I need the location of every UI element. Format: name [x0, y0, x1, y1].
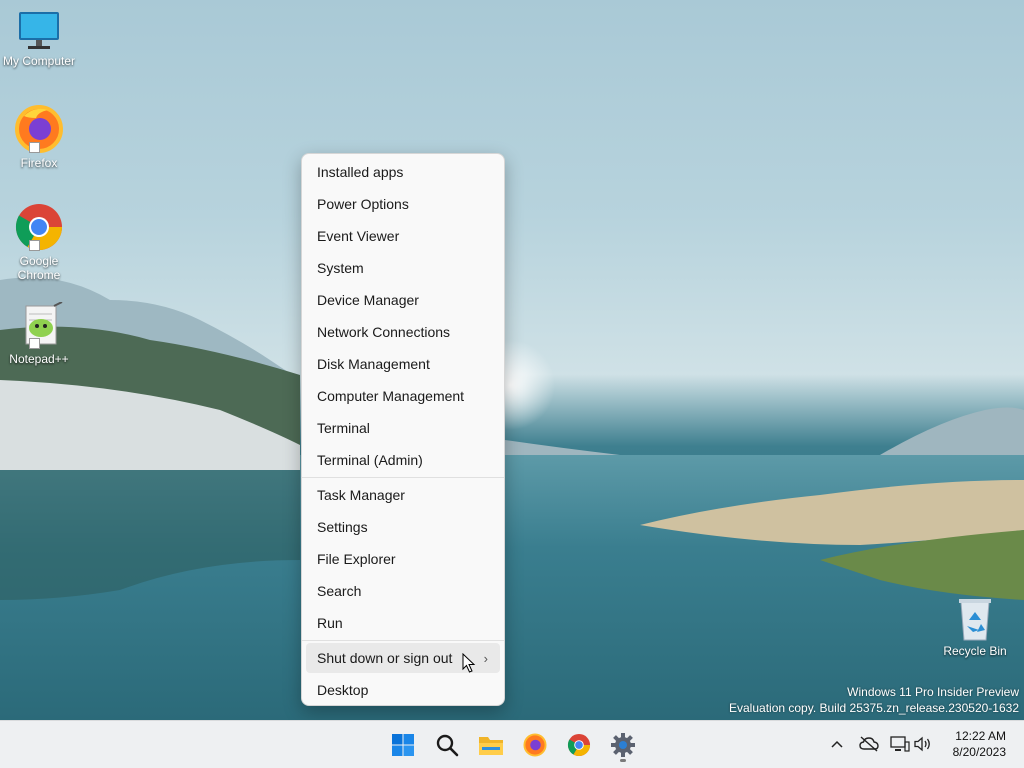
menu-item-task-manager[interactable]: Task Manager [306, 480, 500, 510]
windows-start-icon [392, 734, 414, 756]
clock-time: 12:22 AM [955, 729, 1006, 743]
chevron-right-icon: › [483, 650, 488, 666]
system-clock[interactable]: 12:22 AM 8/20/2023 [926, 728, 1006, 760]
windows-watermark: Windows 11 Pro Insider Preview Evaluatio… [729, 684, 1019, 716]
file-explorer-icon [479, 737, 503, 755]
menu-item-label: Search [317, 583, 362, 599]
show-hidden-icons-button[interactable] [826, 733, 848, 755]
menu-item-settings[interactable]: Settings [306, 512, 500, 542]
recycle-bin-icon [959, 599, 991, 641]
desktop-icon-firefox[interactable]: Firefox [0, 104, 78, 170]
menu-item-label: Device Manager [317, 292, 419, 308]
taskbar: 12:22 AM 8/20/2023 [0, 720, 1024, 768]
menu-item-label: Run [317, 615, 343, 631]
quick-link-menu: Installed apps Power Options Event Viewe… [301, 153, 505, 706]
menu-item-file-explorer[interactable]: File Explorer [306, 544, 500, 574]
desktop-icon-notepad-plus-plus[interactable]: Notepad++ [0, 302, 78, 366]
menu-item-label: Power Options [317, 196, 409, 212]
menu-item-label: Disk Management [317, 356, 430, 372]
menu-item-label: Task Manager [317, 487, 405, 503]
menu-item-label: Settings [317, 519, 368, 535]
mouse-cursor-icon [462, 653, 476, 673]
active-app-indicator [620, 759, 626, 762]
desktop-icon-google-chrome[interactable]: Google Chrome [0, 202, 78, 282]
settings-taskbar-button[interactable] [605, 727, 641, 763]
menu-item-label: Terminal (Admin) [317, 452, 423, 468]
menu-item-installed-apps[interactable]: Installed apps [306, 157, 500, 187]
chrome-icon [567, 733, 591, 757]
menu-item-label: Terminal [317, 420, 370, 436]
start-button[interactable] [385, 727, 421, 763]
menu-item-network-connections[interactable]: Network Connections [306, 317, 500, 347]
menu-item-desktop[interactable]: Desktop [306, 675, 500, 705]
desktop-icon-label: Google Chrome [17, 254, 61, 282]
menu-item-system[interactable]: System [306, 253, 500, 283]
menu-separator [302, 477, 504, 478]
desktop-icon-recycle-bin[interactable]: Recycle Bin [936, 596, 1014, 658]
desktop-icon-my-computer[interactable]: My Computer [0, 10, 78, 68]
menu-separator [302, 640, 504, 641]
watermark-edition: Windows 11 Pro Insider Preview [847, 685, 1019, 699]
desktop-icon-label: Firefox [20, 156, 58, 170]
chrome-taskbar-button[interactable] [561, 727, 597, 763]
file-explorer-button[interactable] [473, 727, 509, 763]
menu-item-device-manager[interactable]: Device Manager [306, 285, 500, 315]
menu-item-search[interactable]: Search [306, 576, 500, 606]
menu-item-terminal[interactable]: Terminal [306, 413, 500, 443]
desktop-icon-label: Notepad++ [9, 352, 69, 366]
network-tray-button[interactable] [889, 733, 911, 755]
shortcut-arrow-icon [29, 338, 40, 349]
wallpaper [0, 277, 1024, 720]
menu-item-computer-management[interactable]: Computer Management [306, 381, 500, 411]
onedrive-offline-icon [859, 736, 879, 752]
menu-item-label: Shut down or sign out [317, 650, 453, 666]
search-icon [436, 734, 459, 757]
network-icon [890, 736, 910, 752]
menu-item-label: Desktop [317, 682, 369, 698]
watermark-build: Evaluation copy. Build 25375.zn_release.… [729, 701, 1019, 715]
onedrive-tray-button[interactable] [858, 733, 880, 755]
shortcut-arrow-icon [29, 142, 40, 153]
menu-item-label: Installed apps [317, 164, 404, 180]
menu-item-power-options[interactable]: Power Options [306, 189, 500, 219]
search-button[interactable] [429, 727, 465, 763]
desktop[interactable]: My Computer Firefox Google Chrome Notepa… [0, 0, 1024, 720]
monitor-icon [19, 12, 59, 49]
menu-item-label: Computer Management [317, 388, 465, 404]
firefox-icon [523, 733, 547, 757]
menu-item-label: Network Connections [317, 324, 451, 340]
shortcut-arrow-icon [29, 240, 40, 251]
menu-item-terminal-admin[interactable]: Terminal (Admin) [306, 445, 500, 475]
desktop-icon-label: Recycle Bin [943, 644, 1007, 658]
menu-item-run[interactable]: Run [306, 608, 500, 638]
desktop-icon-label: My Computer [2, 54, 76, 68]
menu-item-event-viewer[interactable]: Event Viewer [306, 221, 500, 251]
clock-date: 8/20/2023 [952, 745, 1006, 759]
chevron-up-icon [831, 740, 843, 748]
menu-item-disk-management[interactable]: Disk Management [306, 349, 500, 379]
menu-item-label: System [317, 260, 364, 276]
menu-item-label: File Explorer [317, 551, 396, 567]
firefox-taskbar-button[interactable] [517, 727, 553, 763]
menu-item-label: Event Viewer [317, 228, 400, 244]
settings-icon [611, 733, 635, 757]
